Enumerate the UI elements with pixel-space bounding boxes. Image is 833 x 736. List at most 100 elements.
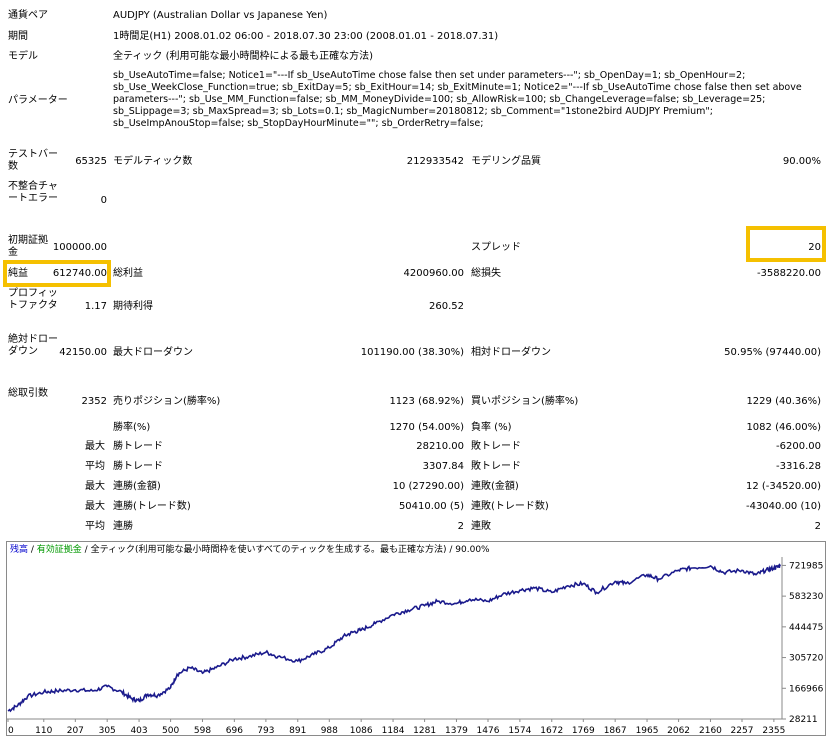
gross-profit-label: 総利益	[113, 268, 143, 279]
avg-win-label: 勝トレード	[113, 461, 163, 472]
y-tick-label: 444475	[789, 623, 823, 633]
y-tick-label: 721985	[789, 561, 823, 571]
spread-highlight-box	[746, 226, 826, 262]
x-tick-label: 1672	[540, 726, 563, 736]
x-tick-label: 2257	[731, 726, 754, 736]
bars-value: 65325	[75, 156, 107, 167]
chart-svg: 28211 166966 305720 444475 583230 721985 0 110 2…	[6, 541, 826, 736]
chart-outer-border	[6, 541, 826, 736]
largest-loss-label: 敗トレード	[471, 441, 521, 452]
short-value: 1123 (68.92%)	[389, 396, 464, 407]
long-label: 買いポジション(勝率%)	[471, 396, 579, 407]
x-tick-label: 1867	[604, 726, 627, 736]
symbol-label: 通貨ペア	[8, 10, 48, 21]
x-tick-label: 1574	[508, 726, 531, 736]
consec-win-trades-value: 50410.00 (5)	[398, 501, 464, 512]
y-tick-label: 28211	[789, 715, 818, 725]
x-tick-label: 2062	[667, 726, 690, 736]
avg-consec-loss-value: 2	[814, 521, 821, 532]
gross-profit-value: 4200960.00	[403, 268, 464, 279]
params-value: sb_UseAutoTime=false; Notice1="---If sb_…	[113, 70, 802, 129]
consec-loss-money-label: 連敗(金額)	[471, 481, 519, 492]
x-tick-label: 1965	[636, 726, 659, 736]
avg-consec-row-label: 平均	[85, 521, 105, 532]
period-value: 1時間足(H1) 2008.01.02 06:00 - 2018.07.30 2…	[113, 31, 499, 42]
mismatch-value: 0	[100, 195, 107, 206]
legend-model-desc: 全ティック(利用可能な最小時間枠を使いすべてのティックを生成する。最も正確な方法…	[90, 545, 447, 555]
params-label: パラメーター	[8, 95, 68, 106]
balance-line	[7, 563, 782, 713]
largest-win-value: 28210.00	[416, 441, 464, 452]
loss-rate-value: 1082 (46.00%)	[746, 422, 821, 433]
x-tick-label: 0	[8, 726, 14, 736]
consec-loss-trades-value: -43040.00 (10)	[745, 501, 821, 512]
expected-label: 期待利得	[113, 301, 153, 312]
average-row-label: 平均	[85, 461, 105, 472]
spread-label: スプレッド	[471, 242, 521, 253]
x-tick-label: 1476	[477, 726, 500, 736]
x-tick-label: 207	[67, 726, 84, 736]
ticks-label: モデルティック数	[113, 156, 193, 167]
symbol-value: AUDJPY (Australian Dollar vs Japanese Ye…	[113, 10, 328, 21]
x-tick-label: 1769	[572, 726, 595, 736]
ticks-value: 212933542	[406, 156, 464, 167]
rel-dd-label: 相対ドローダウン	[471, 347, 551, 358]
x-tick-label: 110	[35, 726, 52, 736]
deposit-value: 100000.00	[52, 242, 107, 253]
deposit-label: 初期証拠金	[8, 235, 48, 258]
largest-loss-value: -6200.00	[776, 441, 821, 452]
x-tick-label: 500	[162, 726, 179, 736]
legend-equity: 有効証拠金	[36, 545, 82, 555]
consec-trades-row-label: 最大	[85, 501, 105, 512]
x-tick-label: 403	[130, 726, 147, 736]
consec-loss-trades-label: 連敗(トレード数)	[471, 501, 549, 512]
mismatch-label: 不整合チャートエラー	[8, 181, 58, 204]
x-tick-label: 1086	[350, 726, 373, 736]
balance-chart: 28211 166966 305720 444475 583230 721985 0 110 2…	[6, 541, 826, 736]
x-tick-label: 598	[194, 726, 211, 736]
expected-value: 260.52	[429, 301, 464, 312]
avg-consec-win-value: 2	[457, 521, 464, 532]
x-tick-label: 988	[321, 726, 338, 736]
y-tick-label: 583230	[789, 592, 824, 602]
total-trades-value: 2352	[81, 396, 107, 407]
model-value: 全ティック (利用可能な最小時間枠による最も正確な方法)	[113, 51, 374, 62]
legend-balance: 残高	[10, 545, 29, 555]
net-highlight-box	[3, 260, 111, 287]
model-label: モデル	[8, 51, 38, 62]
legend-sep-2: /	[81, 545, 91, 555]
long-value: 1229 (40.36%)	[746, 396, 821, 407]
avg-loss-value: -3316.28	[776, 461, 821, 472]
short-label: 売りポジション(勝率%)	[113, 396, 221, 407]
x-tick-label: 305	[99, 726, 116, 736]
x-tick-label: 2355	[762, 726, 785, 736]
pf-value: 1.17	[84, 301, 107, 312]
quality-label: モデリング品質	[471, 156, 541, 167]
legend-sep-3: /	[446, 545, 456, 555]
consec-win-money-label: 連勝(金額)	[113, 481, 161, 492]
avg-consec-win-label: 連勝	[113, 521, 133, 532]
x-tick-label: 1379	[445, 726, 468, 736]
max-dd-label: 最大ドローダウン	[113, 347, 193, 358]
period-label: 期間	[8, 31, 28, 42]
avg-loss-label: 敗トレード	[471, 461, 521, 472]
y-tick-label: 166966	[789, 684, 824, 694]
abs-dd-value: 42150.00	[59, 347, 107, 358]
x-tick-label: 1184	[382, 726, 405, 736]
quality-value: 90.00%	[782, 156, 821, 167]
bars-label: テストバー数	[8, 149, 58, 172]
consec-win-money-value: 10 (27290.00)	[392, 481, 464, 492]
chart-legend: 残高 / 有効証拠金 / 全ティック(利用可能な最小時間枠を使いすべてのティック…	[10, 544, 490, 556]
loss-rate-label: 負率 (%)	[471, 422, 512, 433]
rel-dd-value: 50.95% (97440.00)	[724, 347, 821, 358]
legend-sep-1: /	[28, 545, 37, 555]
largest-win-label: 勝トレード	[113, 441, 163, 452]
legend-quality: 90.00%	[455, 545, 490, 555]
consec-win-trades-label: 連勝(トレード数)	[113, 501, 191, 512]
gross-loss-value: -3588220.00	[756, 268, 821, 279]
avg-consec-loss-label: 連敗	[471, 521, 491, 532]
x-tick-label: 891	[289, 726, 306, 736]
y-tick-label: 305720	[789, 654, 824, 664]
consec-money-row-label: 最大	[85, 481, 105, 492]
consec-loss-money-value: 12 (-34520.00)	[745, 481, 821, 492]
